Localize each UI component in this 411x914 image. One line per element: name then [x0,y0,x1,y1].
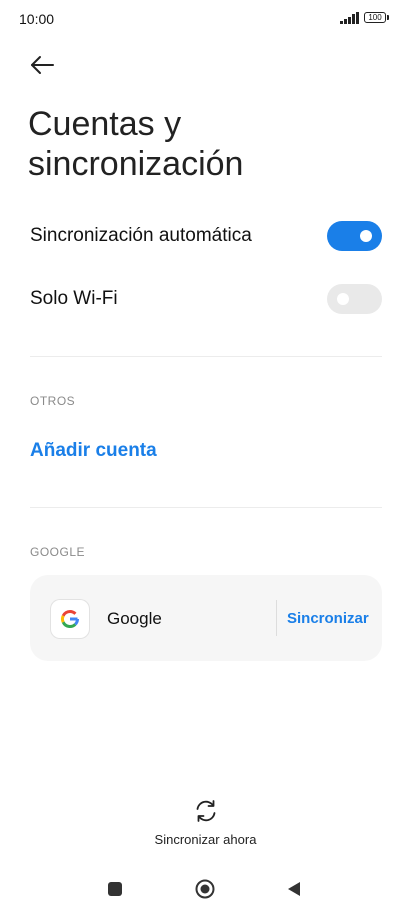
sync-now-label: Sincronizar ahora [154,832,257,847]
battery-level: 100 [368,13,382,22]
back-triangle-icon[interactable] [286,881,302,897]
battery-icon: 100 [364,12,386,23]
google-g-icon [60,609,79,628]
add-account-link[interactable]: Añadir cuenta [30,440,157,462]
google-logo-icon [51,600,89,638]
section-header-others: OTROS [30,394,76,408]
divider [30,356,382,357]
divider [30,507,382,508]
sync-now-button[interactable]: Sincronizar ahora [0,798,411,847]
card-divider [276,600,277,636]
back-button[interactable] [26,50,58,80]
auto-sync-toggle[interactable] [327,221,382,251]
wifi-only-row[interactable]: Solo Wi-Fi [30,280,382,320]
wifi-only-toggle[interactable] [327,284,382,314]
arrow-left-icon [31,56,54,74]
navigation-bar [0,866,411,914]
google-account-card[interactable]: Google Sincronizar [30,575,382,661]
home-icon[interactable] [195,879,215,899]
recent-apps-icon[interactable] [108,882,122,896]
auto-sync-label: Sincronización automática [30,225,252,246]
auto-sync-row[interactable]: Sincronización automática [30,217,382,257]
battery-tip [387,15,389,20]
page-title: Cuentas y sincronización [28,105,244,183]
wifi-only-label: Solo Wi-Fi [30,288,118,309]
status-time: 10:00 [19,11,55,27]
toggle-knob [360,230,372,242]
sync-account-button[interactable]: Sincronizar [287,610,369,627]
signal-icon [340,12,359,24]
sync-icon [196,800,215,822]
status-bar: 10:00 100 [0,0,411,38]
toggle-knob [337,293,349,305]
account-name: Google [107,609,162,628]
section-header-google: GOOGLE [30,545,86,559]
